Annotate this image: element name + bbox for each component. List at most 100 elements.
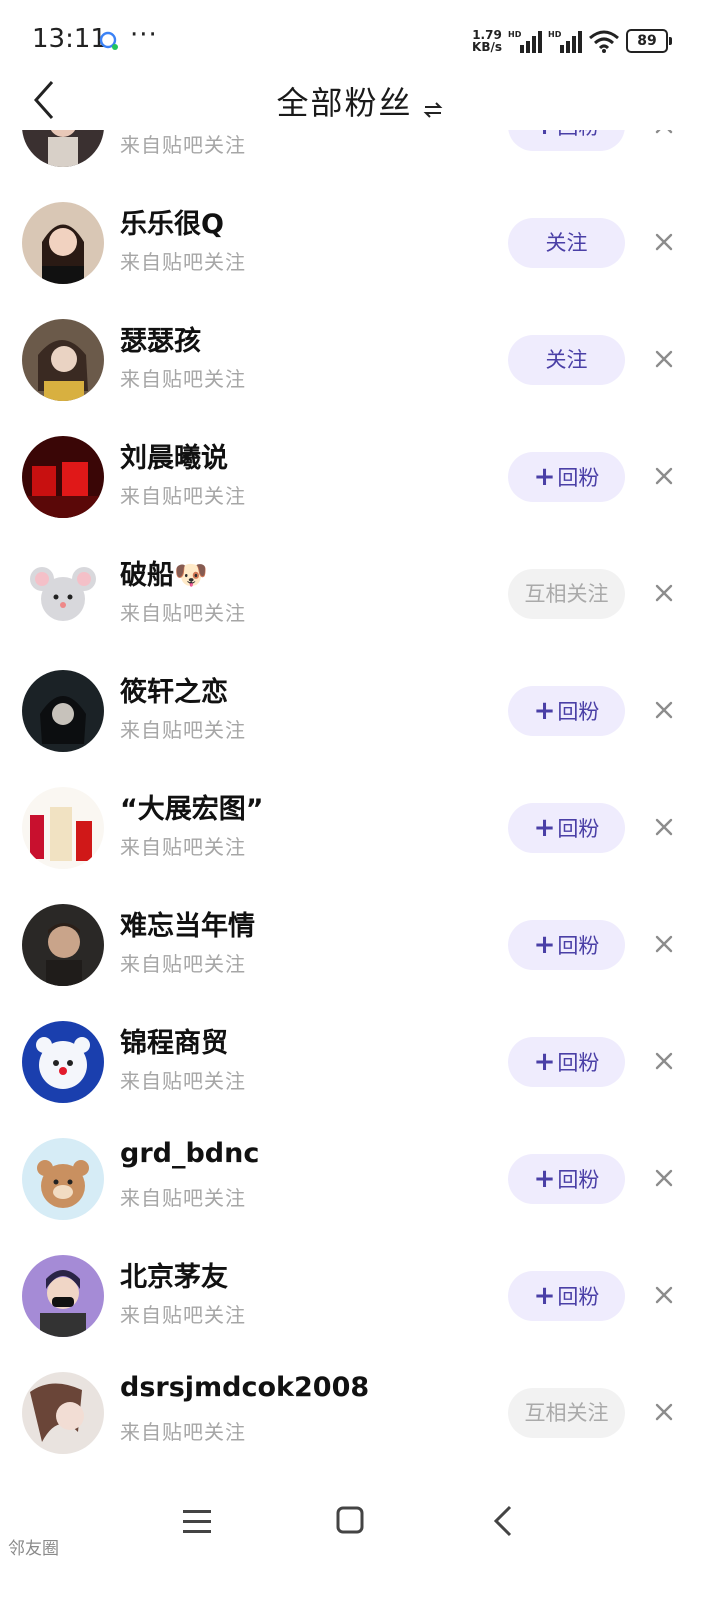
remove-follower-icon[interactable] xyxy=(652,1400,676,1424)
avatar[interactable] xyxy=(22,1255,104,1337)
remove-follower-icon[interactable] xyxy=(652,815,676,839)
follow-source: 来自贴吧关注 xyxy=(120,484,246,508)
plus-icon: + xyxy=(533,696,556,726)
remove-follower-icon[interactable] xyxy=(652,347,676,371)
title-wrap[interactable]: 全部粉丝 xyxy=(0,78,720,124)
avatar[interactable] xyxy=(22,1138,104,1220)
follower-name[interactable]: 瑟瑟孩 xyxy=(120,319,201,358)
follower-row[interactable]: 瑟瑟孩来自贴吧关注 关注 xyxy=(0,301,720,418)
follow-back-button[interactable]: +回粉 xyxy=(508,130,625,151)
system-nav-bar xyxy=(0,1490,720,1560)
avatar[interactable] xyxy=(22,319,104,401)
follower-name[interactable]: “大展宏图” xyxy=(120,787,264,826)
button-label: 回粉 xyxy=(557,700,600,724)
avatar[interactable] xyxy=(22,436,104,518)
plus-icon: + xyxy=(533,462,556,492)
follower-row[interactable]: 破船🐶 来自贴吧关注 互相关注 xyxy=(0,535,720,652)
home-icon[interactable] xyxy=(336,1506,364,1534)
avatar[interactable] xyxy=(22,553,104,635)
avatar[interactable] xyxy=(22,130,104,167)
remove-follower-icon[interactable] xyxy=(652,932,676,956)
mutual-follow-button[interactable]: 互相关注 xyxy=(508,569,625,619)
signal-icon-2: HD xyxy=(548,30,582,53)
follower-name[interactable]: 刘晨曦说 xyxy=(120,436,228,475)
follower-row[interactable]: 难忘当年情 来自贴吧关注 +回粉 xyxy=(0,886,720,1003)
net-speed-unit: KB/s xyxy=(472,40,502,54)
button-label: 回粉 xyxy=(557,1285,600,1309)
follower-row[interactable]: 来自贴吧关注 +回粉 xyxy=(0,130,720,184)
button-label: 回粉 xyxy=(557,817,600,841)
button-label: 回粉 xyxy=(557,130,599,139)
avatar[interactable] xyxy=(22,1021,104,1103)
remove-follower-icon[interactable] xyxy=(652,230,676,254)
follower-name[interactable]: 难忘当年情 xyxy=(120,904,255,943)
remove-follower-icon[interactable] xyxy=(652,698,676,722)
follower-name[interactable]: 北京茅友 xyxy=(120,1255,228,1294)
follow-source: 来自贴吧关注 xyxy=(120,367,246,391)
button-label: 关注 xyxy=(545,348,588,372)
button-label: 互相关注 xyxy=(524,1401,609,1425)
follower-row[interactable]: “大展宏图” 来自贴吧关注 +回粉 xyxy=(0,769,720,886)
follow-back-button[interactable]: +回粉 xyxy=(508,920,625,970)
follow-back-button[interactable]: +回粉 xyxy=(508,686,625,736)
follow-back-button[interactable]: +回粉 xyxy=(508,1154,625,1204)
avatar[interactable] xyxy=(22,202,104,284)
remove-follower-icon[interactable] xyxy=(652,464,676,488)
mutual-follow-button[interactable]: 互相关注 xyxy=(508,1388,625,1438)
follower-row[interactable]: 锦程商贸来自贴吧关注 +回粉 xyxy=(0,1003,720,1120)
page-header: 全部粉丝 xyxy=(0,70,720,130)
status-right: 1.79 KB/s HD HD 89 xyxy=(472,28,672,54)
button-label: 回粉 xyxy=(557,934,600,958)
follower-name[interactable]: dsrsjmdcok2008 xyxy=(120,1372,369,1403)
plus-icon: + xyxy=(533,1047,556,1077)
plus-icon: + xyxy=(533,930,556,960)
follow-source: 来自贴吧关注 xyxy=(120,1420,246,1444)
svg-text:HD: HD xyxy=(508,30,522,39)
menu-icon[interactable] xyxy=(182,1508,212,1536)
button-label: 回粉 xyxy=(557,466,600,490)
remove-follower-icon[interactable] xyxy=(652,1166,676,1190)
follower-name[interactable]: 锦程商贸 xyxy=(120,1021,228,1060)
follower-list[interactable]: 来自贴吧关注+回粉乐乐很Q来自贴吧关注关注瑟瑟孩来自贴吧关注关注刘晨曦说来自贴吧… xyxy=(0,130,720,1480)
follower-row[interactable]: dsrsjmdcok2008 来自贴吧关注 互相关注 xyxy=(0,1354,720,1471)
follow-source: 来自贴吧关注 xyxy=(120,133,246,157)
status-time: 13:11 xyxy=(32,24,107,54)
follow-button[interactable]: 关注 xyxy=(508,218,625,268)
avatar[interactable] xyxy=(22,904,104,986)
remove-follower-icon[interactable] xyxy=(652,581,676,605)
remove-follower-icon[interactable] xyxy=(652,1049,676,1073)
follower-row[interactable]: grd_bdnc 来自贴吧关注 +回粉 xyxy=(0,1120,720,1237)
page-title: 全部粉丝 xyxy=(276,84,413,122)
follow-source: 来自贴吧关注 xyxy=(120,1186,246,1210)
follow-back-button[interactable]: +回粉 xyxy=(508,803,625,853)
plus-icon: + xyxy=(534,130,556,141)
follow-source: 来自贴吧关注 xyxy=(120,1069,246,1093)
avatar[interactable] xyxy=(22,1372,104,1454)
avatar[interactable] xyxy=(22,787,104,869)
follower-row[interactable]: 北京茅友 来自贴吧关注 +回粉 xyxy=(0,1237,720,1354)
follower-name[interactable]: grd_bdnc xyxy=(120,1138,259,1169)
follow-source: 来自贴吧关注 xyxy=(120,250,246,274)
follower-row[interactable]: 乐乐很Q 来自贴吧关注 关注 xyxy=(0,184,720,301)
follow-source: 来自贴吧关注 xyxy=(120,601,246,625)
follow-back-button[interactable]: +回粉 xyxy=(508,452,625,502)
follow-button[interactable]: 关注 xyxy=(508,335,625,385)
follower-row[interactable]: 刘晨曦说来自贴吧关注 +回粉 xyxy=(0,418,720,535)
follower-name[interactable]: 破船🐶 xyxy=(120,553,208,592)
chat-bubble-icon xyxy=(99,31,118,50)
follower-name[interactable]: 乐乐很Q xyxy=(120,202,224,241)
follow-source: 来自贴吧关注 xyxy=(120,835,246,859)
avatar[interactable] xyxy=(22,670,104,752)
follower-name[interactable]: 筱轩之恋 xyxy=(120,670,228,709)
signal-icon: HD xyxy=(508,30,542,53)
net-speed: 1.79 KB/s xyxy=(472,29,502,53)
status-bar: 13:11 ··· 1.79 KB/s HD HD 89 xyxy=(0,0,720,80)
follow-back-button[interactable]: +回粉 xyxy=(508,1271,625,1321)
remove-follower-icon[interactable] xyxy=(652,1283,676,1307)
nav-back-icon[interactable] xyxy=(492,1504,514,1538)
remove-follower-icon[interactable] xyxy=(652,130,676,137)
switch-arrows-icon xyxy=(423,101,442,118)
more-notifications-icon: ··· xyxy=(130,20,158,50)
follow-back-button[interactable]: +回粉 xyxy=(508,1037,625,1087)
follower-row[interactable]: 筱轩之恋 来自贴吧关注 +回粉 xyxy=(0,652,720,769)
